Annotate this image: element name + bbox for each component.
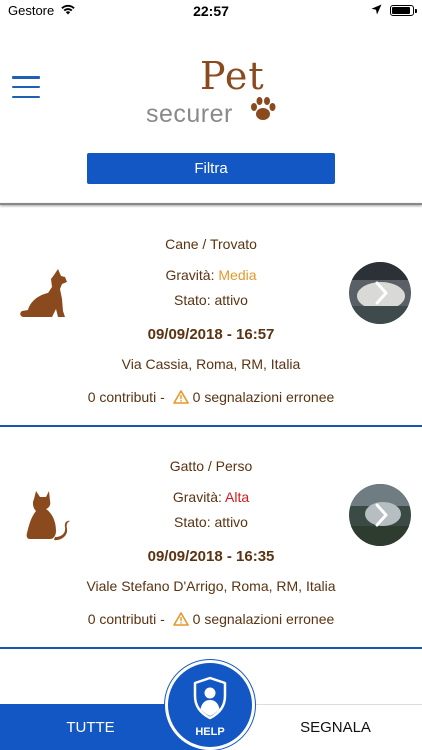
status-right <box>371 3 417 18</box>
warning-icon <box>172 390 189 404</box>
severity-label: Gravità: <box>172 489 225 505</box>
report-photo-thumbnail[interactable] <box>349 484 411 546</box>
shield-user-icon <box>193 676 227 720</box>
report-datetime: 09/09/2018 - 16:35 <box>147 548 275 565</box>
logo-securer-text: securer <box>146 100 233 128</box>
warning-icon <box>172 612 189 626</box>
filter-button[interactable]: Filtra <box>87 153 335 184</box>
contributions-count: 0 contributi - <box>87 611 169 627</box>
paw-icon <box>251 97 276 120</box>
report-type: Gatto / Perso <box>169 458 253 474</box>
severity-label: Gravità: <box>165 267 219 283</box>
contributions-count: 0 contributi - <box>87 389 169 405</box>
report-list: Cane / Trovato Gravità: Media Stato: att… <box>0 205 422 649</box>
logo: Pet securer <box>146 54 281 130</box>
hamburger-menu-icon[interactable] <box>12 76 40 98</box>
header: Pet securer Filtra <box>0 22 422 205</box>
location-arrow-icon <box>371 3 382 18</box>
status-time: 22:57 <box>193 3 229 19</box>
report-address: Viale Stefano D'Arrigo, Roma, RM, Italia <box>86 578 336 594</box>
report-type: Cane / Trovato <box>165 236 257 252</box>
report-contributions: 0 contributi - 0 segnalazioni erronee <box>0 389 422 405</box>
report-card[interactable]: Cane / Trovato Gravità: Media Stato: att… <box>0 205 422 427</box>
help-button[interactable]: HELP <box>165 660 255 750</box>
error-reports-count: 0 segnalazioni erronee <box>192 389 335 405</box>
battery-icon <box>390 5 417 16</box>
help-label: HELP <box>195 726 225 738</box>
battery-level <box>392 7 410 14</box>
severity-value: Alta <box>225 489 250 505</box>
report-photo-thumbnail[interactable] <box>349 262 411 324</box>
error-reports-count: 0 segnalazioni erronee <box>192 611 335 627</box>
report-datetime: 09/09/2018 - 16:57 <box>147 326 275 343</box>
report-card[interactable]: Gatto / Perso Gravità: Alta Stato: attiv… <box>0 427 422 649</box>
report-contributions: 0 contributi - 0 segnalazioni erronee <box>0 611 422 627</box>
report-address: Via Cassia, Roma, RM, Italia <box>121 356 301 372</box>
status-bar: Gestore 22:57 <box>0 0 422 22</box>
severity-value: Media <box>218 267 257 283</box>
logo-pet-text: Pet <box>200 54 265 98</box>
